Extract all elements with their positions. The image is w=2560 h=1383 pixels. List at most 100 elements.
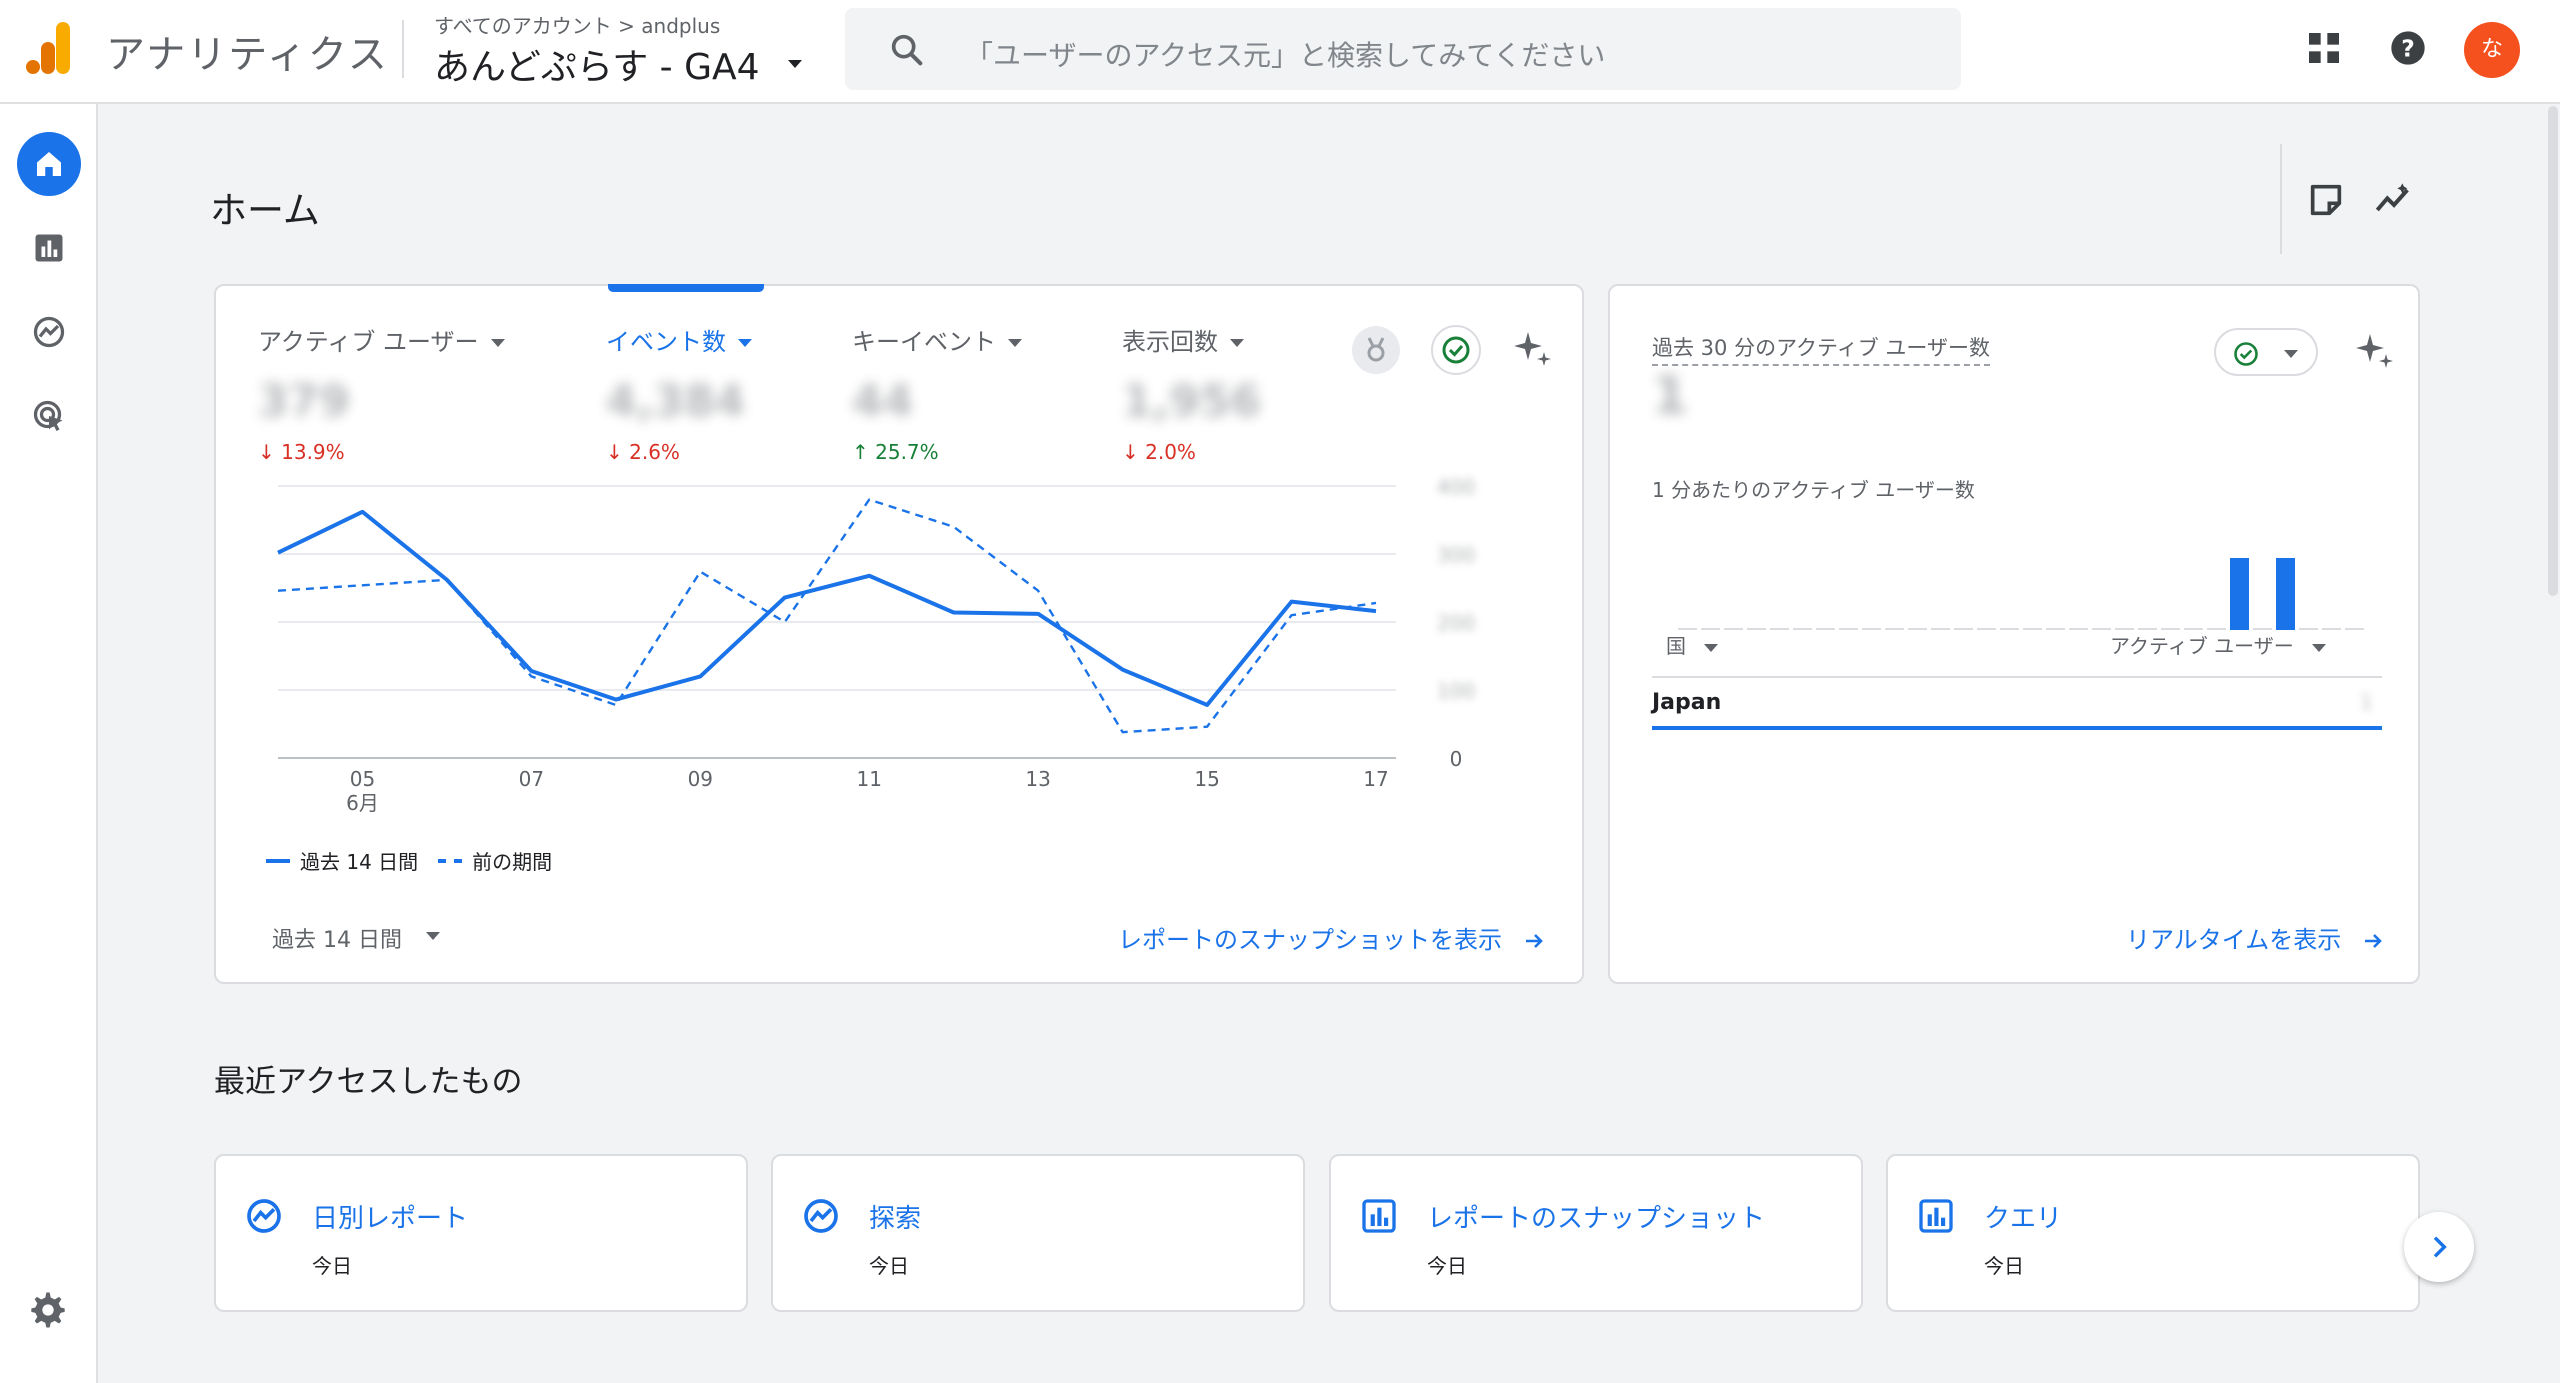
date-range-selector[interactable]: 過去 14 日間 [272, 922, 402, 954]
search-box[interactable]: 「ユーザーのアクセス元」と検索してみてください [845, 8, 1961, 90]
metric-tab-key-events[interactable]: キーイベント 44 ↑ 25.7% [852, 322, 1022, 464]
metric-tab-views[interactable]: 表示回数 1,956 ↓ 2.0% [1122, 322, 1261, 464]
minute-bar [1747, 628, 1766, 630]
badge-icon[interactable] [1350, 324, 1402, 376]
minute-bar [1885, 628, 1904, 630]
table-row-bar [1652, 726, 2382, 730]
help-icon[interactable]: ? [2388, 28, 2428, 68]
metric-tab-active-users[interactable]: アクティブ ユーザー 379 ↓ 13.9% [258, 322, 505, 464]
legend-solid-swatch [266, 858, 290, 863]
view-snapshot-link[interactable]: レポートのスナップショットを表示 [1118, 920, 1546, 955]
title-divider [402, 20, 404, 78]
apps-grid-icon[interactable] [2304, 28, 2344, 68]
sparkle-icon[interactable] [2348, 326, 2400, 378]
chevron-right-icon [2433, 1236, 2447, 1258]
check-circle-icon[interactable] [1430, 324, 1482, 376]
minute-bar [1862, 628, 1881, 630]
x-tick-label: 09 [688, 767, 713, 791]
metric-label: アクティブ ユーザー [258, 322, 505, 357]
minute-bar [2000, 628, 2019, 630]
active-users-column-header[interactable]: アクティブ ユーザー [2110, 630, 2327, 659]
nav-advertising[interactable] [17, 384, 81, 448]
gear-icon[interactable] [28, 1290, 68, 1330]
carousel-next-button[interactable] [2404, 1212, 2474, 1282]
overview-card: アクティブ ユーザー 379 ↓ 13.9% イベント数 4,384 ↓ 2.6… [214, 284, 1584, 984]
legend-dashed-swatch [438, 858, 463, 863]
minute-bar [1793, 628, 1812, 630]
minute-bar [1816, 628, 1835, 630]
explore-icon [247, 1199, 281, 1233]
metric-change: ↓ 2.6% [606, 440, 680, 464]
chevron-down-icon [2312, 643, 2327, 652]
property-selector[interactable]: あんどぷらす - GA4 [434, 38, 760, 90]
minute-bar [2345, 628, 2364, 630]
chevron-down-icon[interactable] [788, 60, 802, 68]
search-input[interactable]: 「ユーザーのアクセス元」と検索してみてください [965, 34, 1605, 74]
recent-item-date: 今日 [869, 1254, 909, 1278]
minute-bar [1908, 628, 1927, 630]
y-tick-label: 0 [1450, 747, 1463, 771]
chevron-down-icon [490, 339, 505, 347]
chevron-down-icon [2284, 350, 2298, 358]
legend-current: 過去 14 日間 [300, 850, 419, 874]
note-icon[interactable] [2306, 180, 2346, 220]
metric-value: 4,384 [606, 376, 746, 427]
realtime-value: 1 [1652, 366, 1689, 426]
country-column-header[interactable]: 国 [1666, 630, 1719, 659]
recent-item-date: 今日 [1427, 1254, 1467, 1278]
sparkle-icon[interactable] [1506, 324, 1558, 376]
account-breadcrumb[interactable]: すべてのアカウント > andplus [434, 10, 720, 39]
minute-bar [1954, 628, 1973, 630]
table-row-value: 1 [2360, 690, 2373, 714]
realtime-status-dropdown[interactable] [2214, 328, 2318, 376]
minute-bar [2046, 628, 2065, 630]
view-realtime-link[interactable]: リアルタイムを表示 [2126, 920, 2385, 955]
metric-value: 379 [258, 376, 350, 427]
chevron-down-icon [1704, 643, 1719, 652]
selected-tab-indicator [608, 284, 764, 292]
reports-icon [1919, 1199, 1953, 1233]
x-month-label: 6月 [346, 791, 379, 815]
analytics-logo[interactable] [26, 22, 74, 74]
header-divider [2280, 144, 2282, 254]
realtime-card: 過去 30 分のアクティブ ユーザー数 1 1 分あたりのアクティブ ユーザー数… [1608, 284, 2420, 984]
nav-reports[interactable] [17, 216, 81, 280]
chevron-down-icon[interactable] [426, 932, 440, 940]
svg-text:?: ? [2401, 34, 2415, 62]
search-icon [891, 34, 923, 66]
minute-bar [1770, 628, 1789, 630]
avatar[interactable]: な [2464, 22, 2520, 78]
insights-icon[interactable] [2374, 180, 2414, 220]
top-app-bar: アナリティクス すべてのアカウント > andplus あんどぷらす - GA4… [0, 0, 2560, 104]
nav-home[interactable] [17, 132, 81, 196]
reports-icon [35, 234, 63, 262]
recent-item-explore[interactable]: 探索 今日 [771, 1154, 1305, 1312]
chart-legend: 過去 14 日間 前の期間 [266, 846, 552, 875]
chevron-down-icon [738, 339, 752, 347]
recent-item-query[interactable]: クエリ 今日 [1886, 1154, 2420, 1312]
recent-item-title: クエリ [1984, 1204, 2063, 1234]
minute-bar [2276, 558, 2295, 630]
y-tick-label: 100 [1437, 679, 1475, 703]
recent-item-snapshot[interactable]: レポートのスナップショット 今日 [1329, 1154, 1863, 1312]
recent-item-daily-report[interactable]: 日別レポート 今日 [214, 1154, 748, 1312]
metric-tab-event-count[interactable]: イベント数 4,384 ↓ 2.6% [606, 322, 752, 464]
advertising-icon [33, 400, 63, 431]
minute-bar [2069, 628, 2088, 630]
recent-item-title: 日別レポート [312, 1204, 469, 1234]
x-tick-label: 07 [519, 767, 544, 791]
explore-icon [804, 1199, 838, 1233]
app-title[interactable]: アナリティクス [106, 24, 389, 80]
metric-value: 1,956 [1122, 376, 1262, 427]
realtime-subtitle: 1 分あたりのアクティブ ユーザー数 [1652, 478, 1975, 502]
metric-label: キーイベント [852, 322, 1022, 357]
x-tick-label: 17 [1363, 767, 1388, 791]
metric-change: ↑ 25.7% [852, 440, 939, 464]
explore-icon [33, 316, 65, 348]
page-scrollbar[interactable] [2548, 106, 2558, 596]
recent-section-title: 最近アクセスしたもの [214, 1064, 523, 1100]
minute-bar [1931, 628, 1950, 630]
nav-explore[interactable] [17, 300, 81, 364]
minute-bar [1839, 628, 1858, 630]
realtime-title[interactable]: 過去 30 分のアクティブ ユーザー数 [1652, 332, 1991, 366]
